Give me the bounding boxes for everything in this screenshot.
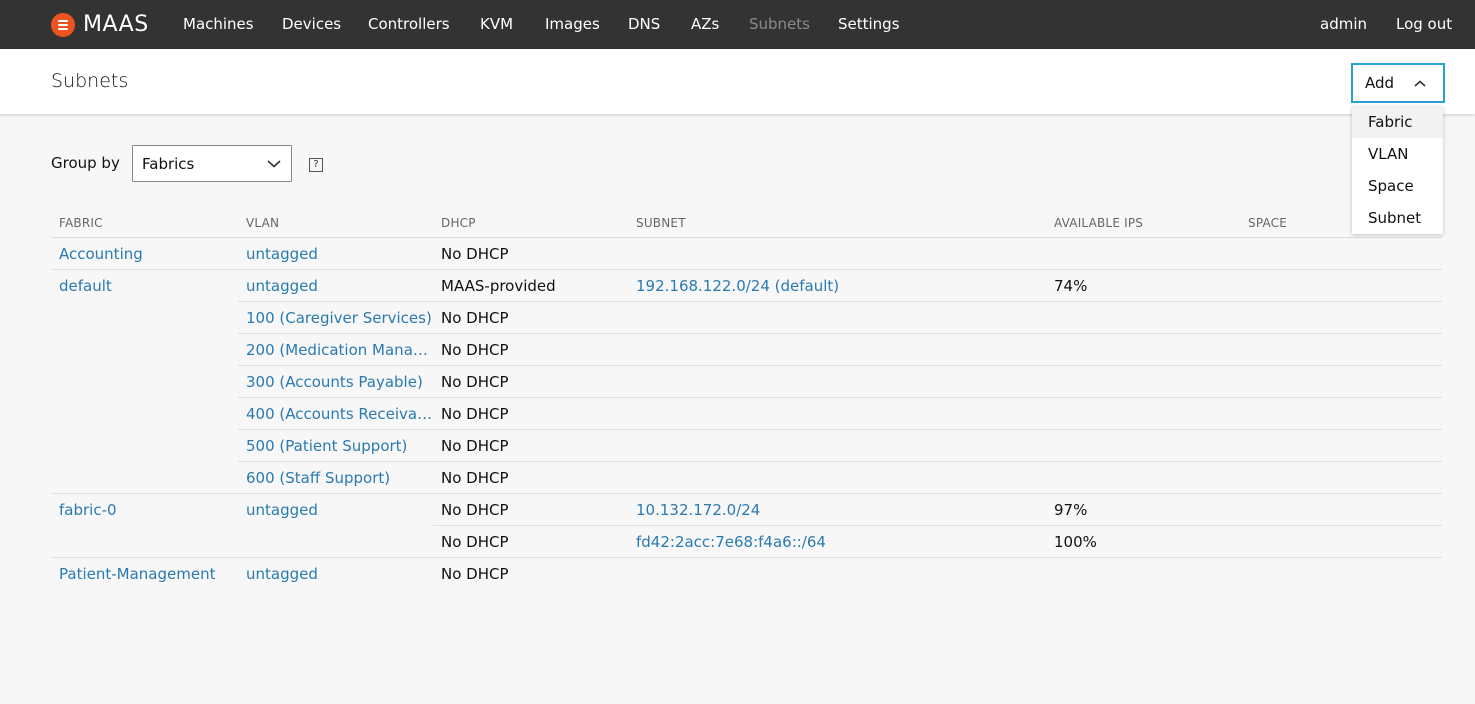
col-vlan[interactable]: VLAN: [246, 216, 279, 230]
table-row: default untagged MAAS-provided 192.168.122.…: [51, 270, 1442, 302]
table-row: 400 (Accounts Receivable) No DHCP: [51, 398, 1442, 430]
brand-name: MAAS: [83, 12, 149, 37]
nav-images[interactable]: Images: [545, 15, 600, 33]
table-row: 300 (Accounts Payable) No DHCP: [51, 366, 1442, 398]
groupby-value: Fabrics: [142, 155, 195, 173]
table-row: 100 (Caregiver Services) No DHCP: [51, 302, 1442, 334]
dhcp-status: No DHCP: [441, 437, 509, 455]
table-row: 200 (Medication Management) No DHCP: [51, 334, 1442, 366]
nav-controllers[interactable]: Controllers: [368, 15, 450, 33]
add-menu-fabric[interactable]: Fabric: [1352, 106, 1443, 138]
vlan-link[interactable]: untagged: [246, 277, 318, 295]
dhcp-status: No DHCP: [441, 405, 509, 423]
subnet-link[interactable]: 10.132.172.0/24: [636, 501, 760, 519]
page-header: Subnets Add: [0, 49, 1475, 114]
vlan-link[interactable]: 300 (Accounts Payable): [246, 373, 423, 391]
subnet-link[interactable]: fd42:2acc:7e68:f4a6::/64: [636, 533, 826, 551]
maas-logo[interactable]: MAAS: [51, 12, 149, 37]
table-row: 500 (Patient Support) No DHCP: [51, 430, 1442, 462]
menu-lines-icon: [51, 12, 75, 37]
col-subnet[interactable]: SUBNET: [636, 216, 686, 230]
dhcp-status: No DHCP: [441, 341, 509, 359]
vlan-link[interactable]: 100 (Caregiver Services): [246, 309, 432, 327]
table-row: fabric-0 untagged No DHCP 10.132.172.0/24 97…: [51, 494, 1442, 526]
groupby-select[interactable]: Fabrics: [132, 145, 292, 182]
col-fabric[interactable]: FABRIC: [59, 216, 103, 230]
nav-logout[interactable]: Log out: [1396, 15, 1452, 33]
help-icon[interactable]: ?: [309, 158, 323, 172]
table-header: FABRIC VLAN DHCP SUBNET AVAILABLE IPS SP…: [51, 216, 1442, 238]
dhcp-status: No DHCP: [441, 245, 509, 263]
fabric-link[interactable]: Patient-Management: [59, 565, 215, 583]
nav-settings[interactable]: Settings: [838, 15, 900, 33]
table-row: No DHCP fd42:2acc:7e68:f4a6::/64 100%: [51, 526, 1442, 558]
dhcp-status: MAAS-provided: [441, 277, 556, 295]
vlan-link[interactable]: 500 (Patient Support): [246, 437, 407, 455]
col-space[interactable]: SPACE: [1248, 216, 1287, 230]
fabric-link[interactable]: fabric-0: [59, 501, 117, 519]
vlan-link[interactable]: untagged: [246, 245, 318, 263]
add-menu-vlan[interactable]: VLAN: [1352, 138, 1443, 170]
vlan-link[interactable]: untagged: [246, 565, 318, 583]
vlan-link[interactable]: 600 (Staff Support): [246, 469, 390, 487]
dhcp-status: No DHCP: [441, 469, 509, 487]
top-navigation: MAAS Machines Devices Controllers KVM Im…: [0, 0, 1475, 49]
subnet-link[interactable]: 192.168.122.0/24 (default): [636, 277, 839, 295]
dhcp-status: No DHCP: [441, 565, 509, 583]
groupby-label: Group by: [51, 154, 120, 172]
vlan-link[interactable]: untagged: [246, 501, 318, 519]
col-dhcp[interactable]: DHCP: [441, 216, 476, 230]
vlan-link[interactable]: 400 (Accounts Receivable): [246, 405, 434, 423]
chevron-down-icon: [267, 160, 281, 168]
nav-user-admin[interactable]: admin: [1320, 15, 1367, 33]
nav-kvm[interactable]: KVM: [480, 15, 513, 33]
nav-subnets[interactable]: Subnets: [749, 15, 810, 33]
nav-machines[interactable]: Machines: [183, 15, 254, 33]
add-button[interactable]: Add: [1351, 63, 1445, 103]
available-ips: 74%: [1054, 277, 1088, 295]
add-menu-space[interactable]: Space: [1352, 170, 1443, 202]
add-dropdown-menu: Fabric VLAN Space Subnet: [1352, 106, 1443, 234]
vlan-link[interactable]: 200 (Medication Management): [246, 341, 434, 359]
dhcp-status: No DHCP: [441, 309, 509, 327]
nav-devices[interactable]: Devices: [282, 15, 341, 33]
page-title: Subnets: [51, 70, 129, 92]
dhcp-status: No DHCP: [441, 533, 509, 551]
nav-azs[interactable]: AZs: [691, 15, 719, 33]
fabric-link[interactable]: default: [59, 277, 112, 295]
dhcp-status: No DHCP: [441, 501, 509, 519]
dhcp-status: No DHCP: [441, 373, 509, 391]
table-row: 600 (Staff Support) No DHCP: [51, 462, 1442, 494]
available-ips: 100%: [1054, 533, 1097, 551]
add-menu-subnet[interactable]: Subnet: [1352, 202, 1443, 234]
nav-dns[interactable]: DNS: [628, 15, 660, 33]
table-row: Accounting untagged No DHCP: [51, 238, 1442, 270]
table-row: Patient-Management untagged No DHCP: [51, 558, 1442, 590]
chevron-up-icon: [1414, 80, 1426, 87]
fabric-link[interactable]: Accounting: [59, 245, 143, 263]
available-ips: 97%: [1054, 501, 1088, 519]
col-available-ips[interactable]: AVAILABLE IPS: [1054, 216, 1143, 230]
add-button-label: Add: [1365, 74, 1395, 92]
